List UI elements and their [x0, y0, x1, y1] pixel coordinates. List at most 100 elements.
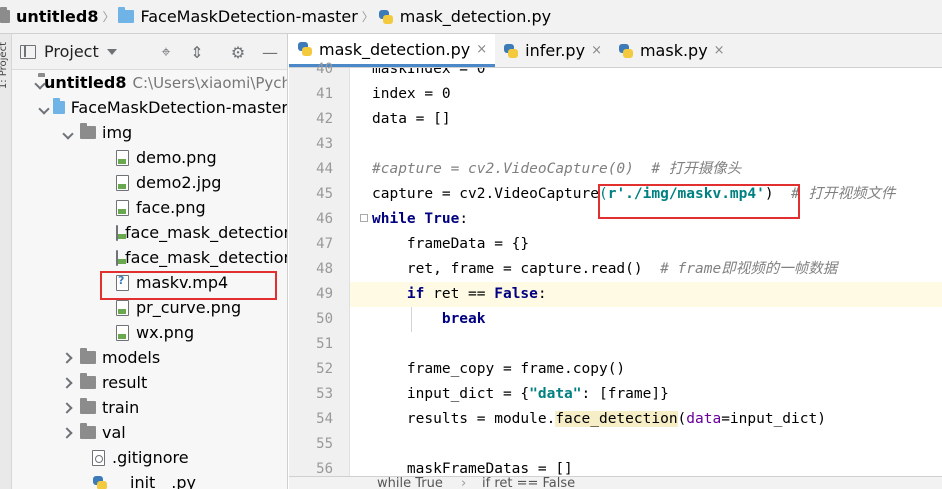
dropdown-caret-icon[interactable] [106, 48, 117, 55]
code-token: results = module. [372, 411, 556, 427]
breadcrumb-file[interactable]: mask_detection.py [374, 0, 555, 34]
gear-icon[interactable]: ⚙ [229, 43, 247, 62]
folder-icon [0, 7, 10, 23]
line-number: 40 [316, 61, 333, 77]
expand-arrow-icon[interactable] [62, 126, 76, 140]
close-icon[interactable]: × [714, 43, 725, 58]
tree-item-label: val [102, 423, 126, 442]
tab-label: mask_detection.py [319, 39, 471, 59]
tree-item-label: .gitignore [112, 448, 189, 467]
code-function-highlight: face_detection [555, 411, 678, 427]
tool-window-strip: 1: Project [0, 34, 12, 489]
navigation-breadcrumb: untitled8 〉 FaceMaskDetection-master 〉 m… [0, 0, 942, 34]
tree-item-img[interactable]: img [12, 120, 287, 145]
line-number: 49 [316, 286, 333, 302]
image-file-icon [116, 199, 129, 216]
close-icon[interactable]: × [591, 43, 602, 58]
tree-item-label: demo2.jpg [136, 173, 222, 192]
tree-item-init-py[interactable]: __init__.py [12, 470, 287, 489]
project-panel: Project ⌖ ⇕ ⚙ — untitled8 C:\Users\xiaom… [12, 34, 288, 489]
python-file-icon [297, 41, 313, 57]
line-number: 52 [316, 361, 333, 377]
project-scrollbar[interactable] [287, 116, 288, 198]
folder-icon [80, 398, 96, 414]
line-number: 48 [316, 261, 333, 277]
tree-item-label: img [102, 123, 133, 142]
breadcrumb-folder[interactable]: FaceMaskDetection-master [114, 0, 361, 34]
project-panel-header: Project ⌖ ⇕ ⚙ — [12, 34, 287, 70]
code-line: #capture = cv2.VideoCapture(0) # 打开摄像头 [372, 161, 742, 177]
tree-item-facemaskdetection[interactable]: FaceMaskDetection-master [12, 95, 287, 120]
tree-item-untitled8[interactable]: untitled8 C:\Users\xiaomi\PycharmProject… [12, 70, 288, 95]
expand-arrow-icon[interactable] [38, 101, 49, 115]
code-token: : [459, 211, 469, 227]
code-token: : [537, 286, 547, 302]
tree-item-face-png[interactable]: face.png [12, 195, 287, 220]
tree-item-wx-png[interactable]: wx.png [12, 320, 287, 345]
tree-item-val[interactable]: val [12, 420, 287, 445]
code-breadcrumb-while[interactable]: while True [377, 477, 443, 489]
tree-item-result[interactable]: result [12, 370, 287, 395]
line-number: 45 [316, 186, 333, 202]
collapse-arrow-icon[interactable] [62, 426, 76, 440]
folder-icon [80, 123, 96, 139]
tree-item-label: models [102, 348, 161, 367]
tree-item-face-mask-detection-1[interactable]: face_mask_detection [12, 220, 288, 245]
tree-item-label: pr_curve.png [136, 298, 242, 317]
code-breadcrumb-if[interactable]: if ret == False [482, 477, 575, 489]
code-line-current: if ret == False: [350, 282, 942, 307]
annotation-box-video-path [598, 184, 800, 219]
python-file-icon [378, 9, 394, 25]
python-file-icon [618, 43, 634, 59]
tree-item-face-mask-detection-2[interactable]: face_mask_detection [12, 245, 288, 270]
code-line: maskFrameDatas = [] [372, 461, 573, 476]
tree-item-demo-png[interactable]: demo.png [12, 145, 287, 170]
tab-infer[interactable]: infer.py × [495, 34, 610, 67]
indent-guide [411, 307, 412, 332]
locate-icon[interactable]: ⌖ [157, 42, 175, 61]
code-line: ret, frame = capture.read() # frame即视频的一… [350, 257, 942, 282]
collapse-all-icon[interactable]: ⇕ [188, 43, 206, 62]
editor-gutter[interactable]: 40 41 42 43 44 45 46 47 48 49 50 51 52 5… [289, 61, 349, 477]
project-tool-window-button[interactable]: 1: Project [0, 42, 12, 89]
folder-icon [118, 7, 135, 23]
tree-item-label: demo.png [136, 148, 217, 167]
code-line: maskIndex = 0 [372, 68, 486, 77]
code-token: : [frame]} [581, 386, 669, 402]
code-line: index = 0 [372, 86, 451, 102]
collapse-arrow-icon[interactable] [62, 376, 76, 390]
breadcrumb-project-label: untitled8 [16, 7, 99, 26]
folder-icon [80, 423, 96, 439]
code-line: input_dict = {"data": [frame]} [350, 382, 942, 407]
collapse-arrow-icon[interactable] [62, 401, 76, 415]
chevron-right-icon: › [461, 476, 467, 489]
tree-item-label: face_mask_detection [125, 248, 288, 267]
image-file-icon [116, 324, 129, 341]
project-view-selector[interactable]: Project [44, 42, 99, 61]
tree-item-train[interactable]: train [12, 395, 287, 420]
tree-item-path: C:\Users\xiaomi\PycharmProjects\untitled… [132, 73, 288, 92]
code-token: =input_dict) [721, 411, 826, 427]
code-editor[interactable]: maskIndex = 0 index = 0 data = [] #captu… [350, 68, 942, 476]
hide-panel-icon[interactable]: — [261, 43, 279, 62]
code-keyword: if [406, 286, 425, 302]
tree-item-label: result [102, 373, 148, 392]
line-number: 47 [316, 236, 333, 252]
tree-item-label: face_mask_detection [125, 223, 288, 242]
close-icon[interactable]: × [476, 42, 487, 57]
tab-mask[interactable]: mask.py × [610, 34, 733, 67]
code-token: ret, frame = capture.read() [372, 261, 661, 277]
collapse-arrow-icon[interactable] [62, 351, 76, 365]
breadcrumb-project[interactable]: untitled8 [0, 0, 102, 34]
tree-item-gitignore[interactable]: .gitignore [12, 445, 287, 470]
tree-item-demo2-jpg[interactable]: demo2.jpg [12, 170, 287, 195]
fold-marker-icon[interactable] [360, 214, 368, 222]
code-line: frameData = {} [372, 236, 530, 252]
tab-label: infer.py [525, 41, 586, 60]
tree-item-models[interactable]: models [12, 345, 287, 370]
tree-item-label: untitled8 [44, 73, 127, 92]
project-view-icon [20, 44, 36, 59]
